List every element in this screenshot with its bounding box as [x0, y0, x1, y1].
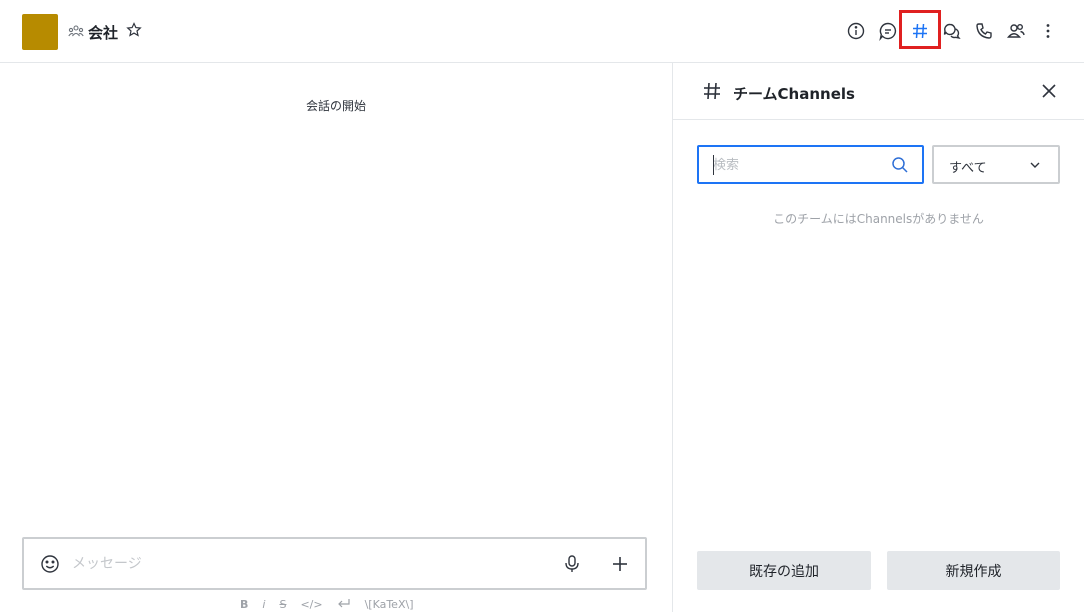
chevron-down-icon	[1026, 156, 1044, 174]
code-button[interactable]: </>	[300, 598, 322, 611]
discussion-icon[interactable]	[878, 21, 898, 41]
threads-icon[interactable]	[942, 21, 962, 41]
panel-header: チームChannels	[673, 63, 1084, 120]
empty-state-message: このチームにはChannelsがありません	[773, 212, 984, 226]
add-existing-button[interactable]: 既存の追加	[697, 551, 871, 590]
search-input[interactable]	[713, 155, 883, 175]
plus-icon[interactable]	[610, 554, 630, 574]
conversation-start-label: 会話の開始	[305, 99, 366, 113]
team-icon	[68, 24, 84, 38]
panel-title: チームChannels	[733, 85, 855, 103]
kebab-menu-icon[interactable]	[1038, 21, 1058, 41]
message-composer	[22, 537, 647, 590]
info-icon[interactable]	[846, 21, 866, 41]
microphone-icon[interactable]	[562, 554, 582, 574]
room-title: 会社	[88, 24, 119, 42]
call-icon[interactable]	[974, 21, 994, 41]
close-icon[interactable]	[1038, 80, 1060, 102]
text-cursor	[713, 155, 714, 175]
katex-button[interactable]: \[KaTeX\]	[365, 598, 414, 611]
formatting-toolbar: B i S </> \[KaTeX\]	[240, 596, 414, 612]
room-avatar[interactable]	[22, 14, 58, 50]
hash-icon	[701, 80, 723, 102]
type-filter-select[interactable]: すべて	[932, 145, 1060, 184]
highlight-box	[899, 10, 941, 49]
italic-button[interactable]: i	[262, 598, 265, 611]
search-icon[interactable]	[890, 155, 910, 175]
message-area: 会話の開始 B i S </> \[KaTeX	[0, 63, 672, 612]
message-input[interactable]	[72, 551, 532, 577]
multiline-icon[interactable]	[337, 597, 351, 612]
emoji-icon[interactable]	[40, 554, 60, 574]
members-icon[interactable]	[1006, 21, 1026, 41]
strikethrough-button[interactable]: S	[279, 598, 286, 611]
team-channels-panel: チームChannels すべて このチームにはChannelsがありません 既存…	[673, 63, 1084, 612]
create-new-button[interactable]: 新規作成	[887, 551, 1060, 590]
type-filter-value: すべて	[949, 161, 987, 176]
favorite-star-icon[interactable]	[126, 22, 142, 38]
bold-button[interactable]: B	[240, 598, 248, 611]
search-field[interactable]	[697, 145, 924, 184]
room-header: 会社	[0, 0, 1084, 63]
